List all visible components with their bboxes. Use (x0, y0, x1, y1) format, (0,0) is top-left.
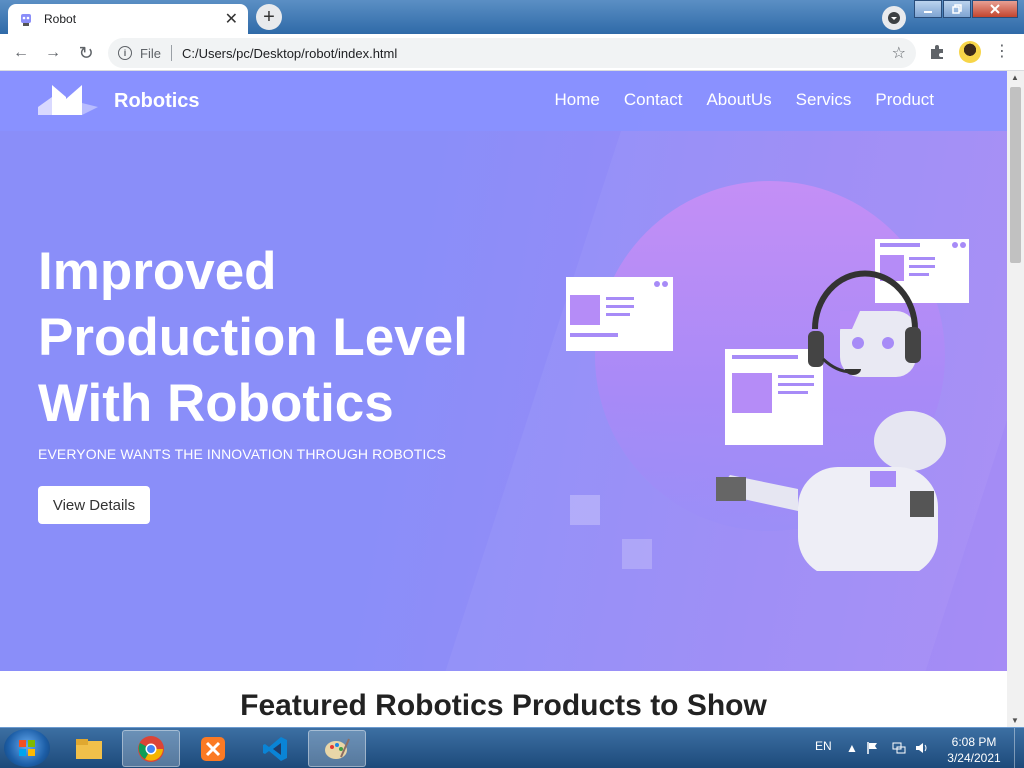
nav-product-link[interactable]: Product (875, 90, 934, 110)
tab-robot[interactable]: Robot ✕ (8, 4, 248, 34)
back-button[interactable]: ← (10, 42, 32, 64)
file-explorer-icon (76, 738, 102, 759)
url-text[interactable]: C:/Users/pc/Desktop/robot/index.html (182, 46, 397, 61)
faded-panel (570, 495, 600, 525)
hero-tagline: EVERYONE WANTS THE INNOVATION THROUGH RO… (38, 446, 447, 462)
hero-section: Robotics Home Contact AboutUs Servics Pr… (0, 71, 1007, 671)
volume-icon[interactable] (915, 741, 929, 755)
language-indicator[interactable]: EN (815, 739, 832, 753)
restore-icon (952, 4, 962, 14)
taskbar-vscode[interactable] (246, 730, 304, 767)
taskbar-clock[interactable]: 6:08 PM 3/24/2021 (944, 734, 1004, 766)
reload-button[interactable]: ↻ (75, 42, 97, 64)
ui-window-center (725, 349, 823, 445)
page-viewport: Robotics Home Contact AboutUs Servics Pr… (0, 71, 1007, 727)
tab-search-button[interactable] (882, 6, 906, 30)
start-button[interactable] (4, 729, 50, 767)
page-scrollbar[interactable]: ▲ ▼ (1007, 71, 1024, 727)
tab-close-icon[interactable]: ✕ (225, 9, 238, 29)
nav-home-link[interactable]: Home (555, 90, 600, 110)
forward-button[interactable]: → (42, 42, 64, 64)
site-navbar: Robotics Home Contact AboutUs Servics Pr… (0, 71, 1007, 131)
brand-name[interactable]: Robotics (114, 90, 200, 113)
window-controls (913, 0, 1018, 18)
nav-services-link[interactable]: Servics (796, 90, 852, 110)
nav-aboutus-link[interactable]: AboutUs (706, 90, 771, 110)
chevron-down-icon (888, 12, 900, 24)
ui-window-right (875, 239, 969, 303)
browser-tabstrip: Robot ✕ + (0, 0, 1024, 34)
taskbar-chrome[interactable] (122, 730, 180, 767)
tab-title: Robot (44, 12, 77, 26)
close-icon (990, 4, 1000, 14)
minimize-button[interactable] (914, 0, 942, 18)
robot-illustration (566, 239, 969, 571)
nav-contact-link[interactable]: Contact (624, 90, 683, 110)
main-nav: Home Contact AboutUs Servics Product (555, 90, 934, 110)
taskbar-paint[interactable] (308, 730, 366, 767)
network-icon[interactable] (892, 741, 906, 755)
new-tab-button[interactable]: + (256, 4, 282, 30)
scrollbar-thumb[interactable] (1010, 87, 1021, 263)
headline-line-2: Production Level (38, 308, 468, 367)
windows-taskbar: EN ▲ 6:08 PM 3/24/2021 (0, 727, 1024, 768)
clock-date: 3/24/2021 (947, 751, 1001, 765)
extensions-puzzle-icon[interactable] (928, 43, 946, 61)
windows-logo-icon (19, 740, 35, 756)
headline-line-1: Improved (38, 242, 277, 301)
taskbar-xampp[interactable] (184, 730, 242, 767)
faded-panel (622, 539, 652, 569)
clock-time: 6:08 PM (951, 735, 997, 749)
xampp-icon (201, 736, 225, 761)
show-desktop-button[interactable] (1014, 728, 1024, 768)
featured-section-title: Featured Robotics Products to Show (240, 689, 767, 722)
vscode-icon (263, 736, 287, 761)
ui-window-left (566, 277, 673, 351)
paint-icon (325, 738, 350, 759)
minimize-icon (924, 11, 932, 13)
browser-menu-icon[interactable]: ⋮ (994, 41, 1010, 61)
url-scheme: File (140, 45, 161, 61)
browser-toolbar: ← → ↻ i File C:/Users/pc/Desktop/robot/i… (0, 34, 1024, 71)
bookmark-star-icon[interactable]: ☆ (892, 43, 906, 63)
view-details-button[interactable]: View Details (38, 486, 150, 524)
headline-line-3: With Robotics (38, 374, 394, 433)
robotics-logo-icon[interactable] (38, 85, 102, 119)
url-separator (170, 45, 172, 61)
close-window-button[interactable] (972, 0, 1018, 18)
hero-headline: Improved Production Level With Robotics (38, 239, 518, 437)
restore-button[interactable] (943, 0, 971, 18)
taskbar-file-explorer[interactable] (60, 730, 118, 767)
show-hidden-icons-icon[interactable]: ▲ (846, 741, 860, 755)
scroll-up-arrow-icon[interactable]: ▲ (1011, 73, 1019, 82)
action-center-flag-icon[interactable] (866, 741, 880, 755)
robot-favicon-icon (21, 14, 31, 26)
site-info-icon[interactable]: i (118, 46, 132, 60)
address-bar[interactable]: i File C:/Users/pc/Desktop/robot/index.h… (108, 38, 916, 68)
profile-avatar[interactable] (959, 41, 981, 63)
scroll-down-arrow-icon[interactable]: ▼ (1011, 716, 1019, 725)
chrome-icon (138, 735, 164, 762)
